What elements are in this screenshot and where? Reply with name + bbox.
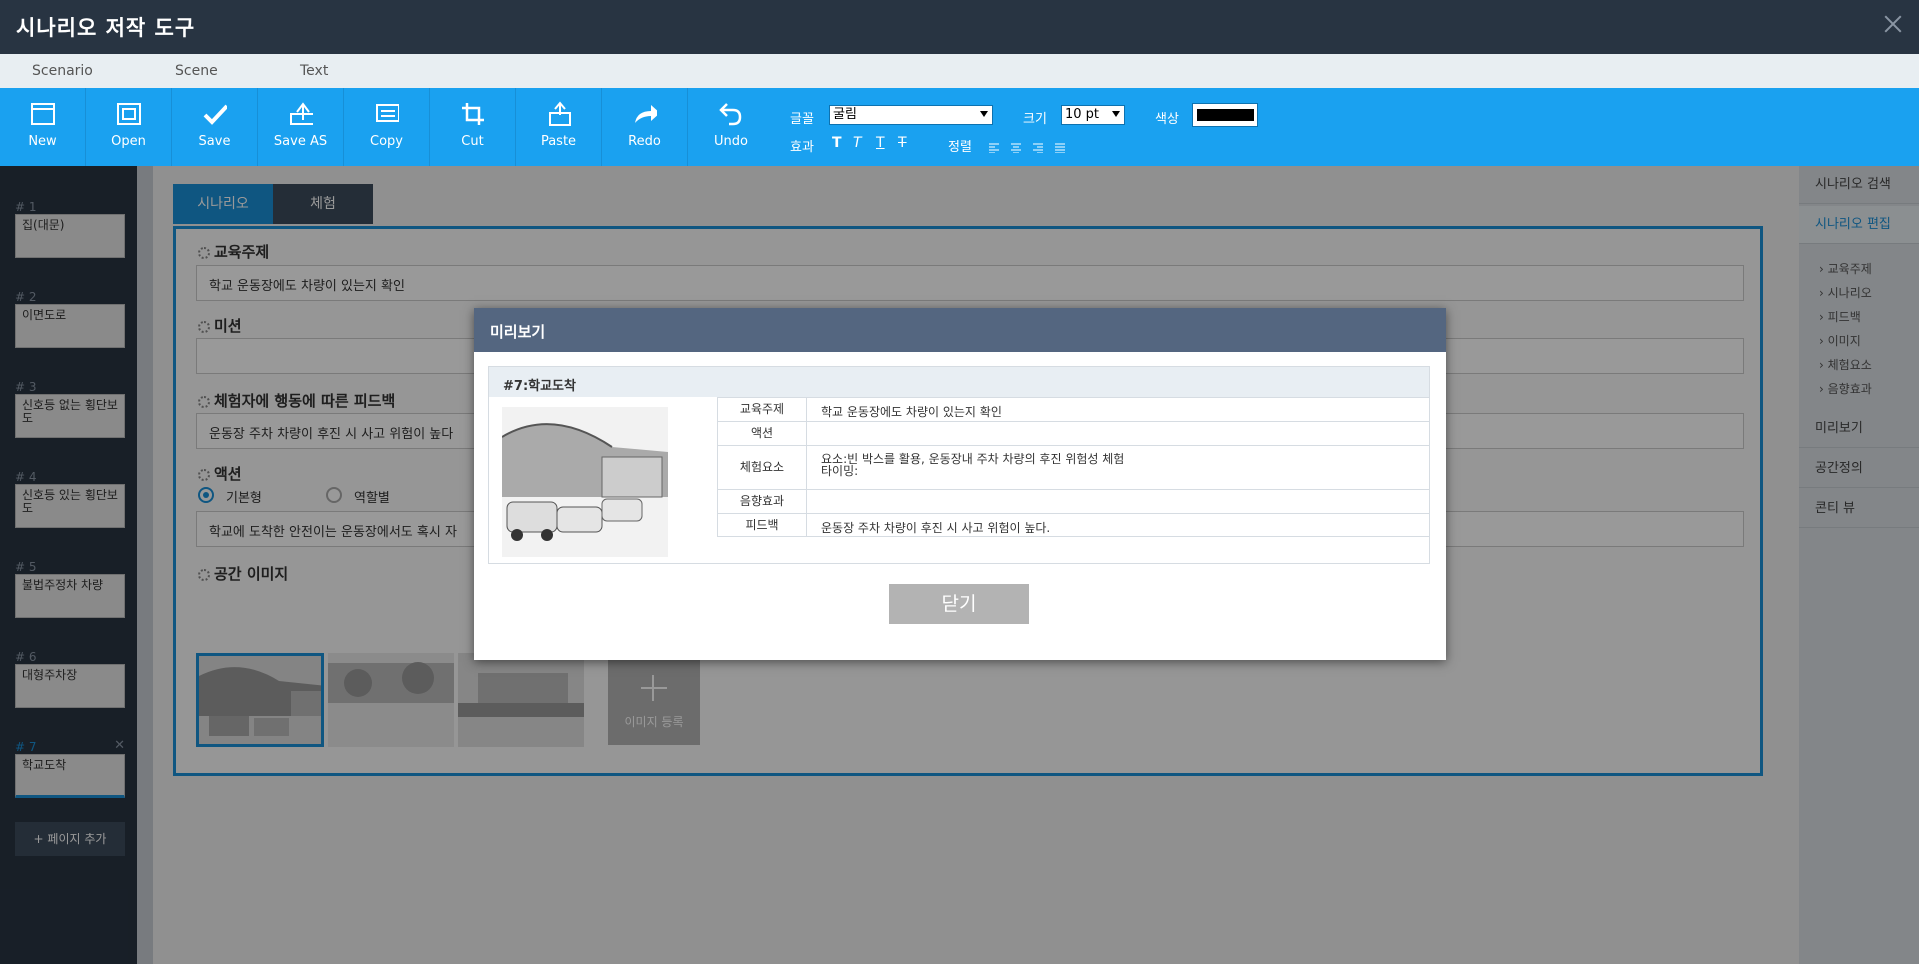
row-value: 운동장 주차 차량이 후진 시 사고 위험이 높다. <box>821 521 1051 535</box>
undo-button[interactable]: Undo <box>688 88 774 166</box>
preview-table: #7:학교도착 교육주제 학교 운동장에도 차량이 있는지 확인 액션 체험요소 요… <box>488 366 1430 564</box>
align-center-icon[interactable] <box>1011 138 1021 157</box>
color-label: 색상 <box>1155 112 1179 127</box>
chevron-down-icon <box>980 111 988 117</box>
preview-row-experience: 체험요소 요소:빈 박스를 활용, 운동장내 주차 차량의 후진 위험성 체험 타이… <box>717 445 1429 489</box>
underline-effect-button[interactable]: T <box>876 135 885 151</box>
toolbar: New Open Save Save AS Copy Cut Paste Red… <box>0 88 1919 166</box>
new-button[interactable]: New <box>0 88 86 166</box>
paste-icon <box>547 101 571 126</box>
modal-title: 미리보기 <box>474 308 1446 352</box>
scene-image <box>502 407 668 557</box>
preview-row-feedback: 피드백 운동장 주차 차량이 후진 시 사고 위험이 높다. <box>717 513 1429 537</box>
save-button[interactable]: Save <box>172 88 258 166</box>
save-as-icon <box>289 102 313 126</box>
menu-scene[interactable]: Scene <box>175 63 218 79</box>
size-select[interactable]: 10 pt <box>1061 105 1125 125</box>
size-label: 크기 <box>1023 112 1047 127</box>
color-picker[interactable] <box>1192 103 1258 127</box>
new-window-icon <box>31 102 55 126</box>
save-as-button[interactable]: Save AS <box>258 88 344 166</box>
font-select[interactable]: 굴림 <box>829 105 993 125</box>
row-key: 액션 <box>717 422 807 445</box>
title-bar: 시나리오 저작 도구 <box>0 0 1919 54</box>
save-label: Save <box>198 134 231 149</box>
effect-label: 효과 <box>790 140 814 155</box>
undo-arrow-icon <box>719 102 743 126</box>
cut-label: Cut <box>461 134 484 149</box>
redo-label: Redo <box>628 134 661 149</box>
paste-label: Paste <box>540 134 577 149</box>
row-key: 체험요소 <box>717 446 807 489</box>
bold-effect-button[interactable]: T <box>832 135 842 151</box>
preview-row-action: 액션 <box>717 421 1429 445</box>
open-icon <box>117 102 141 126</box>
menu-bar: Scenario Scene Text <box>0 54 1919 88</box>
font-label: 글꼴 <box>790 112 814 127</box>
checkmark-icon <box>203 102 227 126</box>
open-label: Open <box>111 134 146 149</box>
redo-arrow-icon <box>633 102 657 126</box>
strikethrough-effect-button[interactable]: T <box>898 135 907 151</box>
row-key: 교육주제 <box>717 398 807 421</box>
color-swatch <box>1197 109 1254 121</box>
italic-effect-button[interactable]: T <box>853 135 862 151</box>
scene-title: #7:학교도착 <box>489 367 1429 397</box>
open-button[interactable]: Open <box>86 88 172 166</box>
row-value: 학교 운동장에도 차량이 있는지 확인 <box>821 405 1002 419</box>
app-window: 시나리오 저작 도구 Scenario Scene Text New Open … <box>0 0 1919 964</box>
chevron-down-icon <box>1112 111 1120 117</box>
align-justify-icon[interactable] <box>1055 138 1065 157</box>
size-value: 10 pt <box>1065 107 1100 122</box>
row-key: 음향효과 <box>717 490 807 513</box>
preview-row-sound: 음향효과 <box>717 489 1429 513</box>
save-as-label: Save AS <box>273 134 328 149</box>
row-value: 요소:빈 박스를 활용, 운동장내 주차 차량의 후진 위험성 체험 타이밍: <box>821 453 1124 477</box>
font-value: 굴림 <box>833 107 857 122</box>
copy-label: Copy <box>370 134 403 149</box>
crop-icon <box>461 102 485 126</box>
school-parking-sketch-image <box>502 407 668 557</box>
window-title: 시나리오 저작 도구 <box>16 16 196 40</box>
row-value-line: 타이밍: <box>821 464 859 478</box>
copy-button[interactable]: Copy <box>344 88 430 166</box>
row-value-line: 요소:빈 박스를 활용, 운동장내 주차 차량의 후진 위험성 체험 <box>821 452 1125 466</box>
copy-icon <box>375 102 399 126</box>
menu-scenario[interactable]: Scenario <box>32 63 93 79</box>
preview-row-topic: 교육주제 학교 운동장에도 차량이 있는지 확인 <box>717 397 1429 421</box>
close-button[interactable]: 닫기 <box>889 584 1029 624</box>
align-label: 정렬 <box>948 140 972 155</box>
menu-text[interactable]: Text <box>300 63 328 79</box>
close-icon[interactable] <box>1881 12 1905 36</box>
cut-button[interactable]: Cut <box>430 88 516 166</box>
preview-modal: 미리보기 #7:학교도착 교육주제 학교 운동장에도 차량이 있는지 확인 액션 … <box>474 308 1446 660</box>
redo-button[interactable]: Redo <box>602 88 688 166</box>
row-key: 피드백 <box>717 514 807 536</box>
align-left-icon[interactable] <box>989 138 999 157</box>
undo-label: Undo <box>714 134 748 149</box>
new-label: New <box>28 134 57 149</box>
paste-button[interactable]: Paste <box>516 88 602 166</box>
align-right-icon[interactable] <box>1033 138 1043 157</box>
